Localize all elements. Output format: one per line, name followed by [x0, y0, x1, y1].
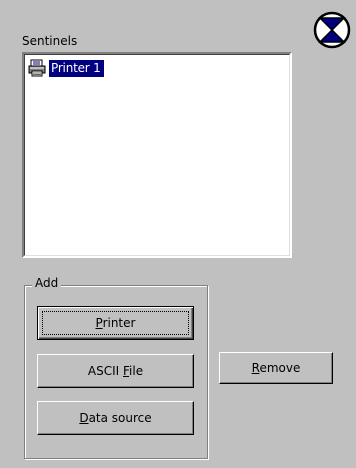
sentinels-list[interactable]: Printer 1 — [22, 52, 292, 258]
add-data-source-button[interactable]: Data source — [37, 401, 194, 435]
add-printer-button[interactable]: Printer — [37, 306, 194, 340]
sentinels-label: Sentinels — [22, 34, 78, 48]
add-data-source-button-label: Data source — [79, 411, 152, 425]
printer-icon — [28, 59, 46, 77]
hourglass-logo-icon — [312, 10, 352, 50]
add-printer-button-label: Printer — [95, 316, 136, 330]
remove-button-label: Remove — [251, 361, 301, 375]
add-ascii-file-button-label: ASCII File — [87, 364, 144, 378]
list-item-label: Printer 1 — [49, 59, 104, 77]
add-ascii-file-button[interactable]: ASCII File — [37, 354, 194, 388]
add-group-legend: Add — [32, 276, 62, 290]
remove-button[interactable]: Remove — [219, 352, 333, 384]
list-item[interactable]: Printer 1 — [28, 58, 104, 78]
